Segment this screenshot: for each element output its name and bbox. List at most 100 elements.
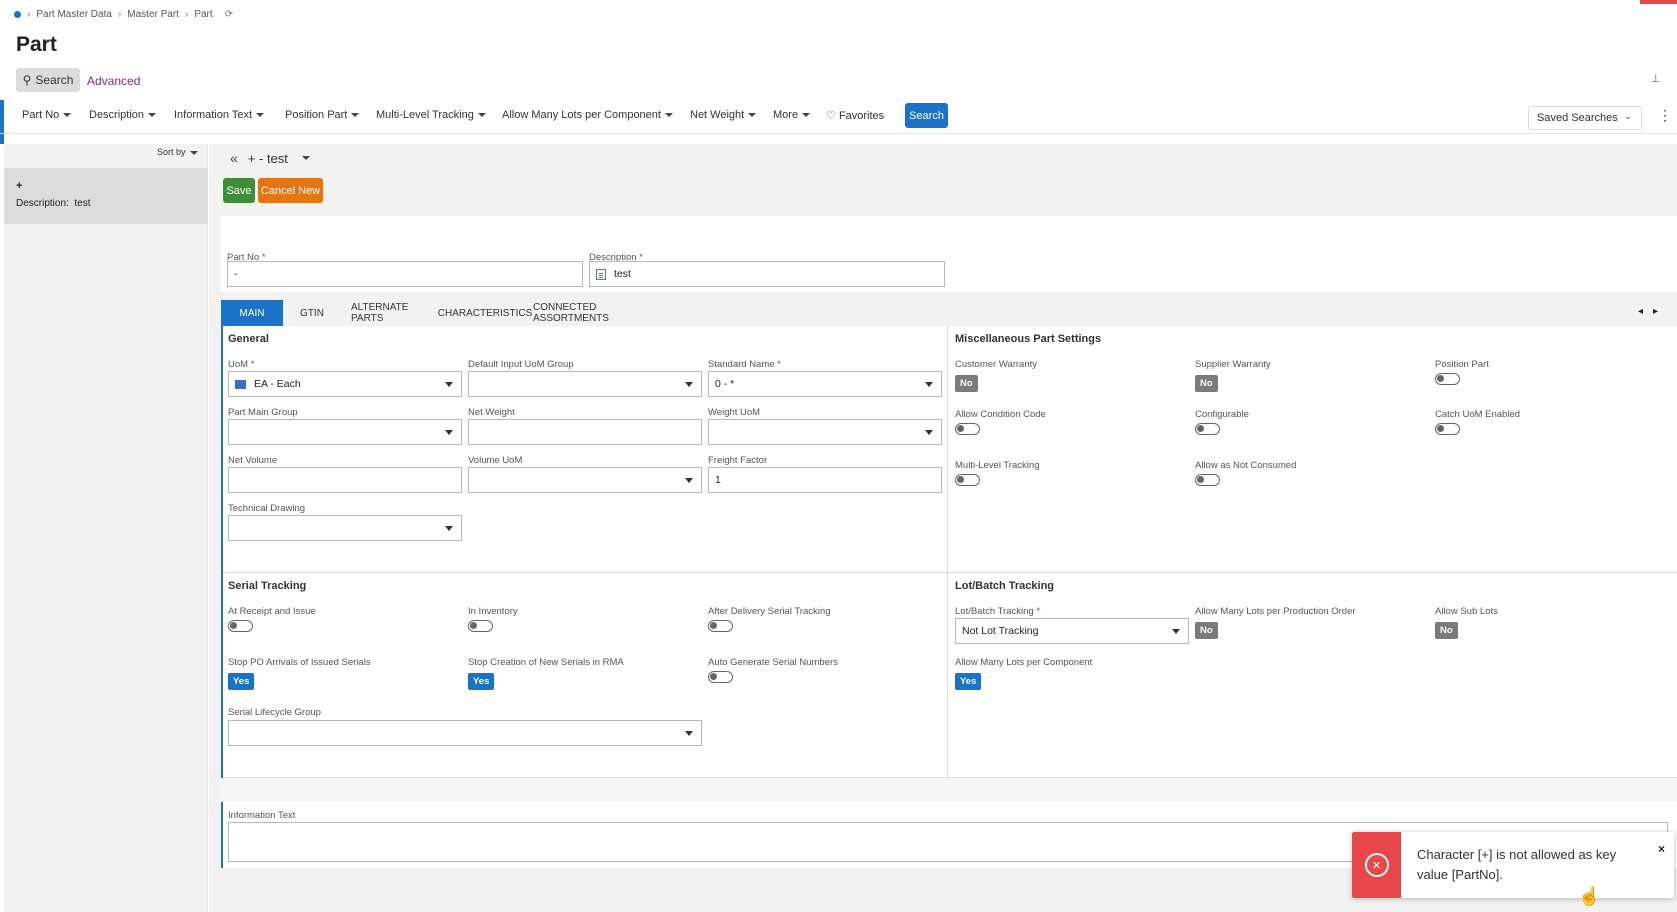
allow-condition-code-toggle[interactable] bbox=[955, 423, 980, 435]
technical-drawing-select[interactable] bbox=[228, 515, 462, 541]
filter-information-text[interactable]: Information Text bbox=[174, 109, 265, 121]
info-band bbox=[221, 778, 1677, 802]
heart-icon: ♡ bbox=[826, 110, 836, 122]
filter-multi-level-tracking[interactable]: Multi-Level Tracking bbox=[376, 109, 486, 121]
net-weight-input[interactable] bbox=[468, 419, 702, 445]
general-section-title: General bbox=[228, 333, 269, 345]
filter-position-part[interactable]: Position Part bbox=[285, 109, 360, 121]
dropdown-arrow-icon bbox=[925, 382, 933, 387]
after-delivery-serial-tracking-toggle[interactable] bbox=[708, 620, 733, 632]
refresh-icon[interactable]: ⟳ bbox=[225, 9, 233, 20]
part-no-input[interactable]: - bbox=[227, 261, 583, 287]
list-item-title: + bbox=[16, 180, 23, 192]
toast-message: Character [+] is not allowed as key valu… bbox=[1417, 847, 1617, 882]
tab-connected-assortments[interactable]: CONNECTED ASSORTMENTS bbox=[533, 300, 663, 326]
more-options-icon[interactable]: ⋮ bbox=[1658, 108, 1672, 122]
favorites-button[interactable]: ♡ Favorites bbox=[826, 109, 884, 122]
filter-net-weight[interactable]: Net Weight bbox=[690, 109, 757, 121]
configurable-toggle[interactable] bbox=[1195, 423, 1220, 435]
in-inventory-toggle[interactable] bbox=[468, 620, 493, 632]
hand-cursor-icon: ☝ bbox=[1578, 886, 1601, 906]
caret-down-icon bbox=[664, 113, 673, 118]
filter-allow-many-lots[interactable]: Allow Many Lots per Component bbox=[502, 109, 673, 121]
list-item[interactable]: + Description: test bbox=[4, 168, 208, 224]
lot-batch-title: Lot/Batch Tracking bbox=[955, 580, 1055, 592]
tab-scroll-arrows[interactable]: ◂▸ bbox=[1638, 306, 1668, 317]
caret-down-icon bbox=[802, 113, 811, 118]
caret-down-icon bbox=[748, 113, 757, 118]
filter-part-no[interactable]: Part No bbox=[22, 109, 72, 121]
home-icon[interactable] bbox=[14, 11, 21, 18]
stop-po-arrivals-badge: Yes bbox=[228, 673, 255, 690]
tab-characteristics[interactable]: CHARACTERISTICS bbox=[438, 300, 532, 326]
caret-down-icon bbox=[189, 150, 198, 155]
record-list-panel bbox=[4, 144, 208, 912]
arrow-left-icon: ◂ bbox=[1638, 306, 1654, 317]
serial-lifecycle-group-select[interactable] bbox=[228, 720, 702, 746]
list-item-description: test bbox=[74, 198, 91, 209]
allow-sub-lots-badge: No bbox=[1435, 622, 1458, 639]
breadcrumb: › Part Master Data › Master Part › Part … bbox=[14, 9, 233, 20]
position-part-toggle[interactable] bbox=[1435, 373, 1460, 385]
many-lots-component-badge: Yes bbox=[955, 673, 982, 690]
error-strip: × bbox=[1352, 832, 1401, 898]
dropdown-arrow-icon bbox=[685, 478, 693, 483]
record-title: « + - test bbox=[230, 150, 310, 166]
volume-uom-select[interactable] bbox=[468, 467, 702, 493]
filter-description[interactable]: Description bbox=[89, 109, 157, 121]
section-divider bbox=[223, 572, 1677, 573]
pin-icon[interactable]: ⊥ bbox=[1651, 72, 1661, 85]
document-icon bbox=[596, 268, 606, 280]
standard-name-select[interactable]: 0 - * bbox=[708, 371, 942, 397]
filter-more[interactable]: More bbox=[773, 109, 811, 121]
multi-level-tracking-toggle[interactable] bbox=[955, 474, 980, 486]
many-lots-prod-order-badge: No bbox=[1195, 622, 1218, 639]
tab-gtin[interactable]: GTIN bbox=[283, 300, 341, 326]
default-input-uom-group-select[interactable] bbox=[468, 371, 702, 397]
part-main-group-select[interactable] bbox=[228, 419, 462, 445]
net-volume-input[interactable] bbox=[228, 467, 462, 493]
error-icon: × bbox=[1364, 853, 1389, 877]
saved-searches-dropdown[interactable]: Saved Searches ⌄ bbox=[1528, 106, 1642, 130]
page-title: Part bbox=[16, 33, 57, 56]
supplier-warranty-badge: No bbox=[1195, 375, 1218, 392]
breadcrumb-master-part[interactable]: Master Part bbox=[127, 9, 179, 20]
lot-batch-tracking-select[interactable]: Not Lot Tracking bbox=[955, 618, 1189, 644]
dropdown-arrow-icon bbox=[1172, 629, 1180, 634]
dropdown-arrow-icon bbox=[685, 382, 693, 387]
description-input[interactable]: test bbox=[589, 261, 945, 287]
information-text-label: Information Text bbox=[228, 810, 296, 821]
tab-alternate-parts[interactable]: ALTERNATE PARTS bbox=[351, 300, 439, 326]
freight-factor-input[interactable]: 1 bbox=[708, 467, 942, 493]
tab-main[interactable]: MAIN bbox=[221, 300, 283, 326]
allow-as-not-consumed-toggle[interactable] bbox=[1195, 474, 1220, 486]
uom-select[interactable]: EA - Each bbox=[228, 371, 462, 397]
caret-down-icon bbox=[351, 113, 360, 118]
caret-down-icon[interactable] bbox=[301, 156, 310, 160]
misc-section-title: Miscellaneous Part Settings bbox=[955, 333, 1102, 345]
search-mode-button[interactable]: ⚲ Search bbox=[16, 68, 80, 92]
dropdown-arrow-icon bbox=[445, 382, 453, 387]
error-toast: × Character [+] is not allowed as key va… bbox=[1352, 832, 1674, 898]
at-receipt-and-issue-toggle[interactable] bbox=[228, 620, 253, 632]
search-button[interactable]: Search bbox=[905, 103, 948, 128]
catch-uom-enabled-toggle[interactable] bbox=[1435, 423, 1460, 435]
collapse-panel-icon[interactable]: « bbox=[230, 150, 238, 166]
unit-icon bbox=[235, 379, 246, 389]
cancel-new-button[interactable]: Cancel New bbox=[258, 178, 323, 203]
sort-by-dropdown[interactable]: Sort by bbox=[157, 147, 198, 157]
advanced-search-link[interactable]: Advanced bbox=[87, 74, 140, 88]
save-button[interactable]: Save bbox=[223, 178, 255, 203]
arrow-right-icon: ▸ bbox=[1653, 306, 1669, 317]
caret-down-icon bbox=[148, 113, 157, 118]
weight-uom-select[interactable] bbox=[708, 419, 942, 445]
close-icon[interactable]: × bbox=[1658, 842, 1665, 856]
dropdown-arrow-icon bbox=[685, 731, 693, 736]
caret-down-icon bbox=[477, 113, 486, 118]
top-edge-marker bbox=[1640, 0, 1677, 4]
dropdown-arrow-icon bbox=[925, 430, 933, 435]
dropdown-arrow-icon bbox=[445, 430, 453, 435]
filter-bar: Part No Description Information Text Pos… bbox=[0, 100, 1677, 134]
auto-generate-serial-toggle[interactable] bbox=[708, 671, 733, 683]
breadcrumb-part-master-data[interactable]: Part Master Data bbox=[36, 9, 112, 20]
